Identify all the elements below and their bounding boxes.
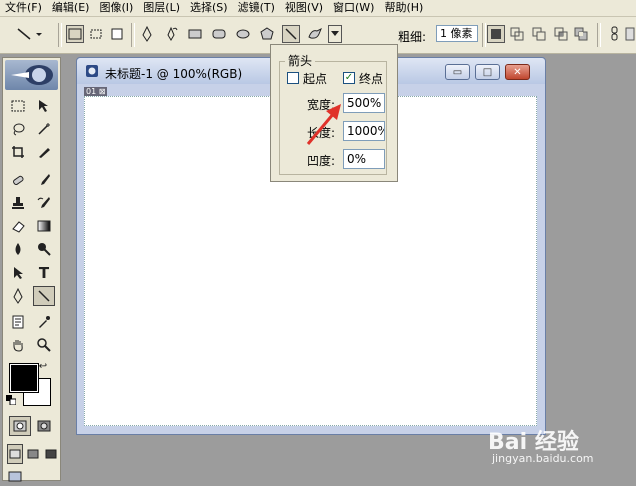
default-colors-icon[interactable] bbox=[5, 394, 17, 406]
concavity-label: 凹度: bbox=[307, 154, 336, 168]
fill-pixels-icon[interactable] bbox=[108, 25, 126, 43]
start-checkbox-label: 起点 bbox=[303, 72, 328, 86]
minimize-button[interactable]: ▭ bbox=[445, 64, 470, 80]
history-brush-tool-icon[interactable] bbox=[33, 193, 55, 213]
separator bbox=[482, 23, 486, 47]
crop-tool-icon[interactable] bbox=[7, 142, 29, 162]
standard-mode-icon[interactable] bbox=[9, 416, 31, 436]
menu-file[interactable]: 文件(F) bbox=[0, 0, 47, 16]
start-checkbox[interactable] bbox=[287, 72, 299, 84]
line-tool-icon[interactable] bbox=[33, 286, 55, 306]
brush-tool-icon[interactable] bbox=[33, 170, 55, 190]
end-checkbox[interactable]: ✓ bbox=[343, 72, 355, 84]
paths-icon[interactable] bbox=[87, 25, 105, 43]
foreground-color-swatch[interactable] bbox=[10, 364, 38, 392]
toolbox: T ↩ bbox=[2, 57, 61, 482]
toolbox-header-logo-icon bbox=[5, 60, 58, 90]
type-tool-icon[interactable]: T bbox=[33, 263, 55, 283]
slice-tool-icon[interactable] bbox=[33, 142, 55, 162]
menu-edit[interactable]: 编辑(E) bbox=[47, 0, 95, 16]
rectangle-shape-icon[interactable] bbox=[186, 25, 204, 43]
blur-tool-icon[interactable] bbox=[7, 239, 29, 259]
custom-shape-icon[interactable] bbox=[306, 25, 324, 43]
pen-tool-icon[interactable] bbox=[7, 286, 29, 306]
create-new-shape-layer-icon[interactable] bbox=[487, 25, 505, 43]
menu-filter[interactable]: 滤镜(T) bbox=[233, 0, 280, 16]
exclude-overlapping-shape-areas-icon[interactable] bbox=[572, 25, 590, 43]
style-picker-icon[interactable] bbox=[624, 25, 636, 43]
zoom-tool-icon[interactable] bbox=[33, 335, 55, 355]
arrowheads-popup: 箭头 起点 ✓ 终点 宽度: 500% 长度: 1000% 凹度: 0% bbox=[270, 44, 398, 182]
dodge-tool-icon[interactable] bbox=[33, 239, 55, 259]
length-input[interactable]: 1000% bbox=[343, 121, 385, 141]
move-tool-icon[interactable] bbox=[33, 96, 55, 116]
lasso-tool-icon[interactable] bbox=[7, 119, 29, 139]
width-input[interactable]: 500% bbox=[343, 93, 385, 113]
document-title: 未标题-1 @ 100%(RGB) bbox=[105, 67, 243, 81]
separator bbox=[597, 23, 601, 47]
watermark-url: jingyan.baidu.com bbox=[492, 452, 594, 465]
end-checkbox-label: 终点 bbox=[359, 72, 384, 86]
freeform-pen-icon[interactable] bbox=[162, 25, 180, 43]
photoshop-document-icon bbox=[85, 64, 99, 78]
concavity-input[interactable]: 0% bbox=[343, 149, 385, 169]
gradient-tool-icon[interactable] bbox=[33, 216, 55, 236]
maximize-button[interactable]: □ bbox=[475, 64, 500, 80]
menu-image[interactable]: 图像(I) bbox=[94, 0, 138, 16]
subtract-from-shape-area-icon[interactable] bbox=[530, 25, 548, 43]
full-screen-mode-icon[interactable] bbox=[43, 444, 59, 464]
clone-stamp-tool-icon[interactable] bbox=[7, 193, 29, 213]
shape-layers-icon[interactable] bbox=[66, 25, 84, 43]
baidu-jingyan-watermark: Bai 经验 jingyan.baidu.com bbox=[488, 422, 628, 470]
weight-label: 粗细: bbox=[398, 30, 427, 44]
menu-window[interactable]: 窗口(W) bbox=[328, 0, 379, 16]
healing-brush-tool-icon[interactable] bbox=[7, 170, 29, 190]
separator bbox=[131, 23, 135, 47]
ellipse-shape-icon[interactable] bbox=[234, 25, 252, 43]
magic-wand-tool-icon[interactable] bbox=[33, 119, 55, 139]
menu-help[interactable]: 帮助(H) bbox=[379, 0, 428, 16]
polygon-shape-icon[interactable] bbox=[258, 25, 276, 43]
geometry-options-dropdown-icon[interactable] bbox=[328, 25, 342, 43]
standard-screen-mode-icon[interactable] bbox=[7, 444, 23, 464]
marquee-tool-icon[interactable] bbox=[7, 96, 29, 116]
notes-tool-icon[interactable] bbox=[7, 312, 29, 332]
swap-colors-icon[interactable]: ↩ bbox=[37, 360, 49, 372]
width-label: 宽度: bbox=[307, 98, 336, 112]
length-label: 长度: bbox=[307, 126, 336, 140]
path-selection-tool-icon[interactable] bbox=[7, 263, 29, 283]
menu-layer[interactable]: 图层(L) bbox=[138, 0, 185, 16]
add-to-shape-area-icon[interactable] bbox=[508, 25, 526, 43]
pen-icon[interactable] bbox=[138, 25, 156, 43]
menu-select[interactable]: 选择(S) bbox=[185, 0, 233, 16]
weight-input[interactable]: 1 像素 bbox=[436, 25, 478, 42]
separator bbox=[58, 23, 62, 47]
jump-to-imageready-icon[interactable] bbox=[7, 466, 23, 486]
eyedropper-tool-icon[interactable] bbox=[33, 312, 55, 332]
eraser-tool-icon[interactable] bbox=[7, 216, 29, 236]
quick-mask-mode-icon[interactable] bbox=[33, 416, 55, 436]
rounded-rectangle-icon[interactable] bbox=[210, 25, 228, 43]
line-shape-icon[interactable] bbox=[282, 25, 300, 43]
menu-view[interactable]: 视图(V) bbox=[280, 0, 328, 16]
hand-tool-icon[interactable] bbox=[7, 335, 29, 355]
link-icon[interactable] bbox=[606, 25, 624, 43]
line-tool-preset-icon[interactable] bbox=[14, 25, 44, 43]
menu-bar: 文件(F) 编辑(E) 图像(I) 图层(L) 选择(S) 滤镜(T) 视图(V… bbox=[0, 0, 636, 17]
arrowheads-group-title: 箭头 bbox=[285, 52, 316, 69]
close-button[interactable]: ✕ bbox=[505, 64, 530, 80]
full-screen-menu-mode-icon[interactable] bbox=[25, 444, 41, 464]
zoom-indicator: 01 ⊠ bbox=[84, 87, 108, 96]
intersect-shape-areas-icon[interactable] bbox=[552, 25, 570, 43]
